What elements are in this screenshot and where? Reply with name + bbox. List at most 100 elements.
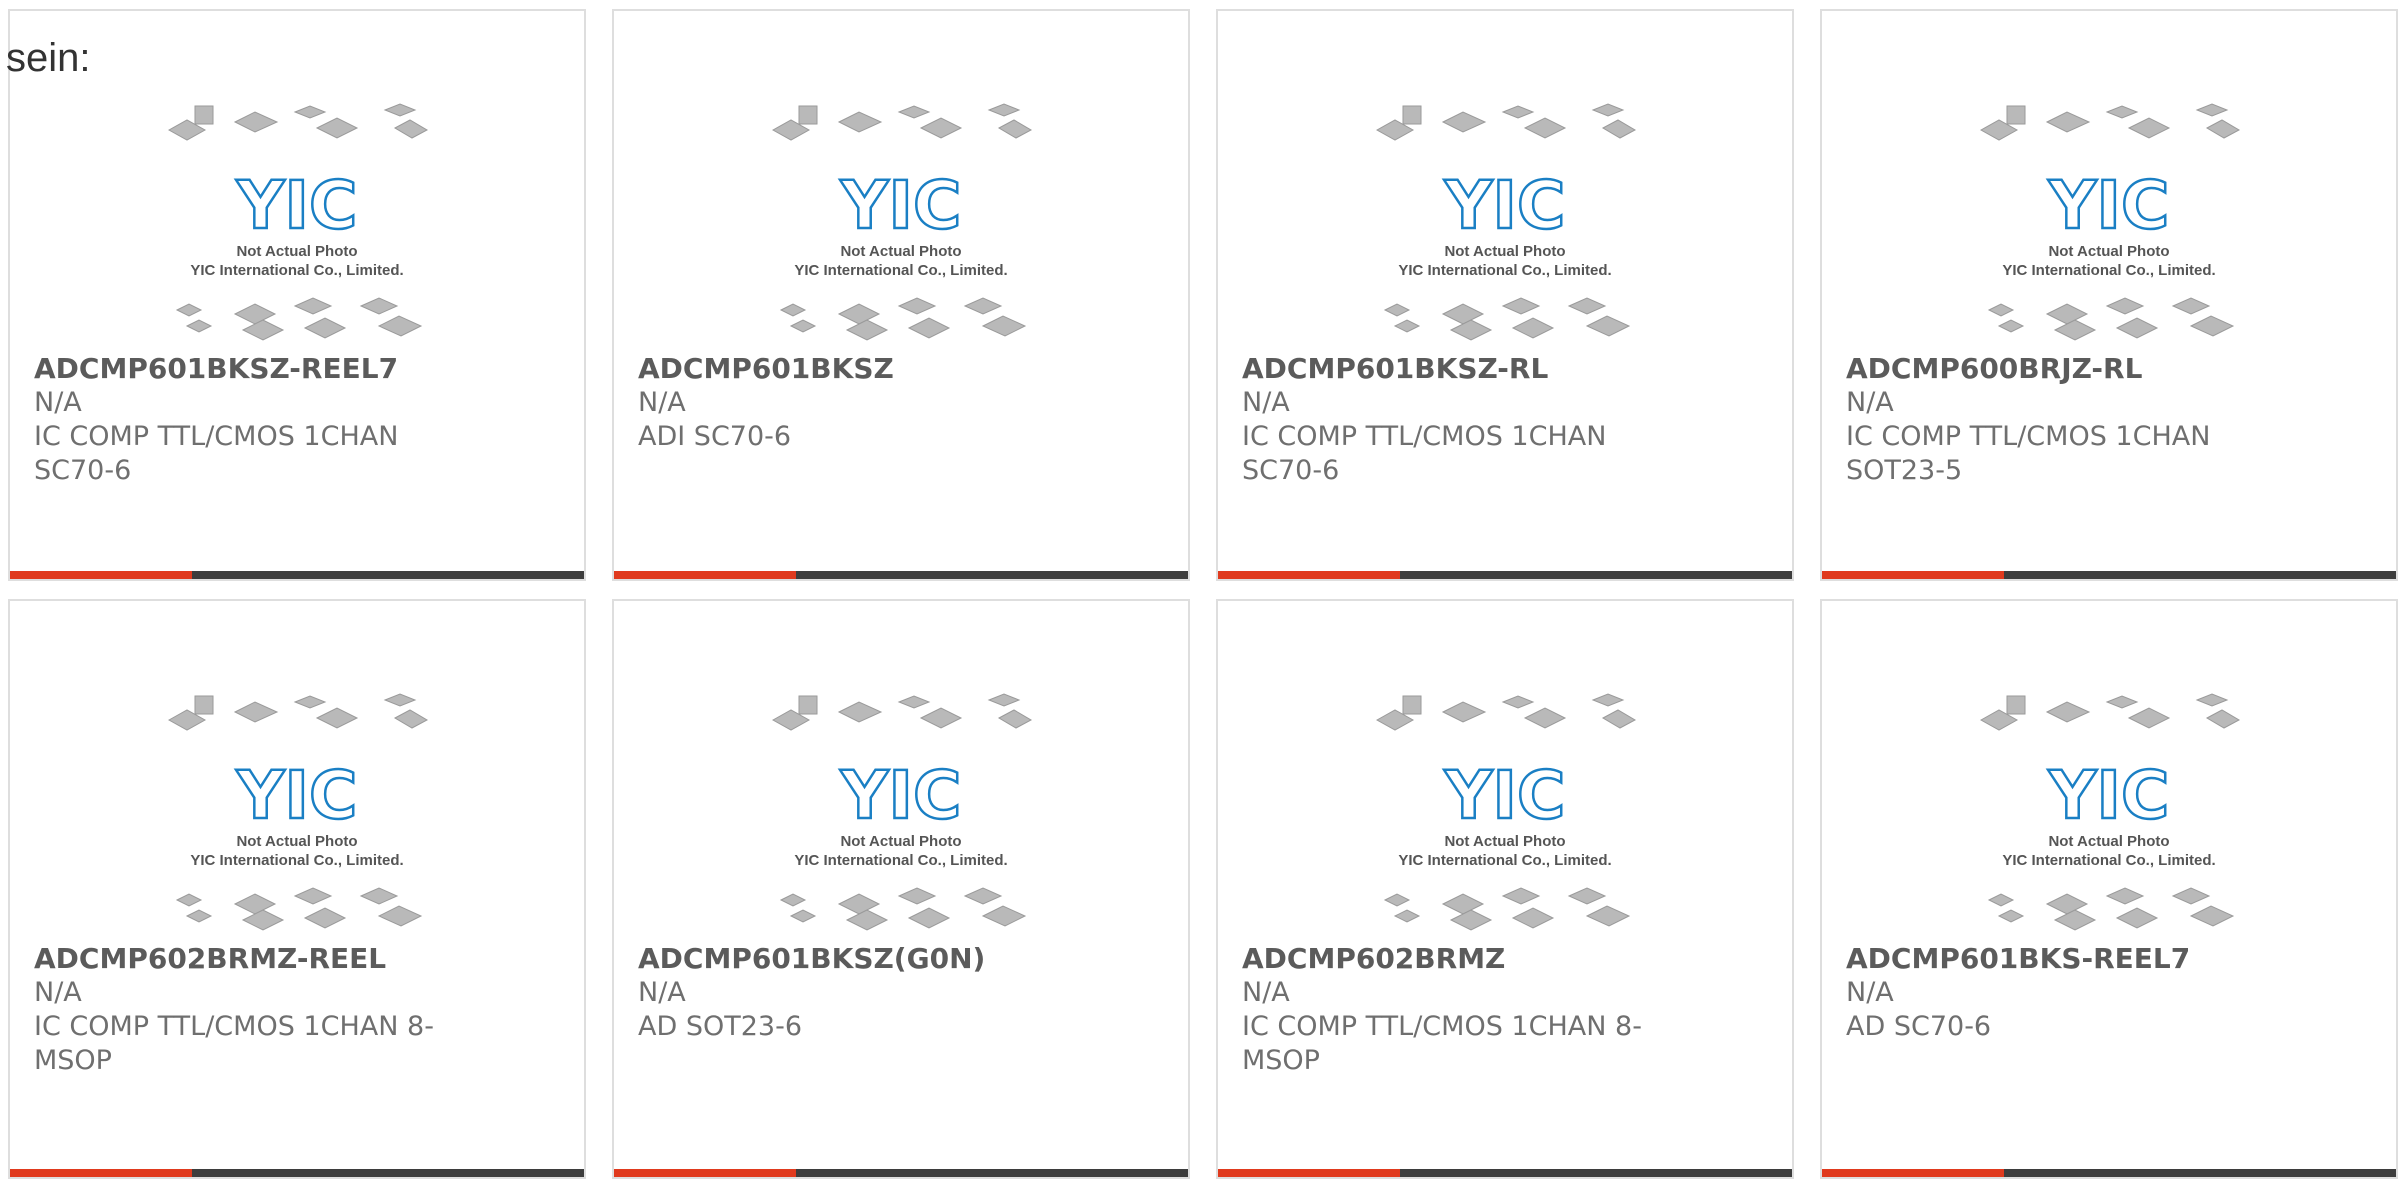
description: AD SOT23-6 <box>638 1011 803 1042</box>
chip-sketch <box>907 317 951 339</box>
card-footer-bar <box>10 1169 584 1177</box>
chip-sketch <box>1449 319 1493 341</box>
manufacturer: N/A <box>1846 977 1894 1008</box>
photo-caption: YIC International Co., Limited. <box>794 852 1007 869</box>
manufacturer: N/A <box>1242 387 1290 418</box>
part-number[interactable]: ADCMP602BRMZ <box>1242 942 1772 976</box>
chip-sketch <box>383 103 417 117</box>
logo-text: YIC <box>236 167 358 244</box>
placeholder-image: YICNot Actual Photo YIC International Co.… <box>1375 103 1637 341</box>
chip-sketch <box>293 695 327 709</box>
photo-caption: YIC International Co., Limited. <box>2002 852 2215 869</box>
product-card[interactable]: YIC Not Actual Photo YIC International Co.… <box>8 9 586 581</box>
chip-sketch <box>2045 303 2089 325</box>
chip-sketch <box>798 105 818 125</box>
part-number[interactable]: ADCMP600BRJZ-RL <box>1846 352 2376 386</box>
chip-sketch <box>1501 695 1535 709</box>
photo-caption: Not Actual Photo <box>2048 243 2169 260</box>
chip-sketch <box>897 887 937 905</box>
chip-sketch <box>393 119 429 139</box>
chip-sketch <box>897 297 937 315</box>
chip-sketch <box>1383 893 1411 907</box>
description: IC COMP TTL/CMOS 1CHAN SOT23-5 <box>1846 421 2211 486</box>
chip-sketch <box>2171 297 2211 315</box>
photo-caption: YIC International Co., Limited. <box>2002 262 2215 279</box>
part-number[interactable]: ADCMP602BRMZ-REEL <box>34 942 564 976</box>
chip-sketch <box>963 297 1003 315</box>
product-card[interactable]: YIC Not Actual Photo YIC International Co.… <box>8 599 586 1179</box>
manufacturer: N/A <box>638 387 686 418</box>
chip-sketch <box>997 119 1033 139</box>
logo-text: YIC <box>2048 167 2170 244</box>
photo-caption: Not Actual Photo <box>236 243 357 260</box>
chip-sketch <box>2127 117 2171 139</box>
chip-sketch <box>2195 693 2229 707</box>
chip-sketch <box>359 297 399 315</box>
card-footer-bar <box>1218 1169 1792 1177</box>
chip-sketch <box>377 315 423 337</box>
chip-sketch <box>919 707 963 729</box>
chip-sketch <box>2045 893 2089 915</box>
chip-sketch <box>185 319 213 333</box>
chip-sketch <box>293 887 333 905</box>
part-number[interactable]: ADCMP601BKS-REEL7 <box>1846 942 2376 976</box>
chip-sketch <box>1567 297 1607 315</box>
chip-sketch <box>789 319 817 333</box>
product-card[interactable]: YIC Not Actual Photo YIC International Co.… <box>1820 599 2398 1179</box>
chip-sketch <box>315 707 359 729</box>
chip-sketch <box>1402 695 1422 715</box>
chip-sketch <box>1402 105 1422 125</box>
chip-sketch <box>383 693 417 707</box>
chip-sketch <box>789 909 817 923</box>
card-footer-bar <box>1822 571 2396 579</box>
manufacturer: N/A <box>638 977 686 1008</box>
chip-sketch <box>1567 887 1607 905</box>
chip-sketch <box>2053 319 2097 341</box>
product-card[interactable]: YIC Not Actual Photo YIC International Co.… <box>1216 599 1794 1179</box>
product-card[interactable]: YIC Not Actual Photo YIC International Co.… <box>1820 9 2398 581</box>
chip-sketch <box>837 303 881 325</box>
product-card[interactable]: YIC Not Actual Photo YIC International Co.… <box>1216 9 1794 581</box>
logo-text: YIC <box>840 167 962 244</box>
chip-sketch <box>1987 893 2015 907</box>
chip-sketch <box>981 905 1027 927</box>
chip-sketch <box>2171 887 2211 905</box>
chip-sketch <box>1997 909 2025 923</box>
placeholder-image: YICNot Actual Photo YIC International Co.… <box>771 693 1033 931</box>
chip-sketch <box>907 907 951 929</box>
product-card[interactable]: YIC Not Actual Photo YIC International Co.… <box>612 599 1190 1179</box>
chip-sketch <box>2205 709 2241 729</box>
chip-sketch <box>1591 103 1625 117</box>
chip-sketch <box>779 893 807 907</box>
description: ADI SC70-6 <box>638 421 792 452</box>
description: IC COMP TTL/CMOS 1CHAN SC70-6 <box>34 421 399 486</box>
description: AD SC70-6 <box>1846 1011 1992 1042</box>
chip-sketch <box>997 709 1033 729</box>
chip-sketch <box>377 905 423 927</box>
chip-sketch <box>1393 909 1421 923</box>
chip-sketch <box>1601 709 1637 729</box>
chip-sketch <box>2189 315 2235 337</box>
chip-sketch <box>185 909 213 923</box>
chip-sketch <box>1383 303 1411 317</box>
chip-sketch <box>303 907 347 929</box>
chip-sketch <box>315 117 359 139</box>
chip-sketch <box>2006 105 2026 125</box>
description: IC COMP TTL/CMOS 1CHAN 8-MSOP <box>34 1011 434 1076</box>
logo-text: YIC <box>1444 167 1566 244</box>
chip-sketch <box>303 317 347 339</box>
part-number[interactable]: ADCMP601BKSZ <box>638 352 1168 386</box>
chip-sketch <box>845 909 889 931</box>
part-number[interactable]: ADCMP601BKSZ(G0N) <box>638 942 1168 976</box>
chip-sketch <box>2053 909 2097 931</box>
photo-caption: YIC International Co., Limited. <box>1398 852 1611 869</box>
chip-sketch <box>2105 105 2139 119</box>
chip-sketch <box>798 695 818 715</box>
chip-sketch <box>1441 893 1485 915</box>
chip-sketch <box>393 709 429 729</box>
part-number[interactable]: ADCMP601BKSZ-RL <box>1242 352 1772 386</box>
product-grid: YIC Not Actual Photo YIC International Co.… <box>8 9 2398 1179</box>
chip-sketch <box>1511 317 1555 339</box>
part-number[interactable]: ADCMP601BKSZ-REEL7 <box>34 352 564 386</box>
product-card[interactable]: YIC Not Actual Photo YIC International Co.… <box>612 9 1190 581</box>
